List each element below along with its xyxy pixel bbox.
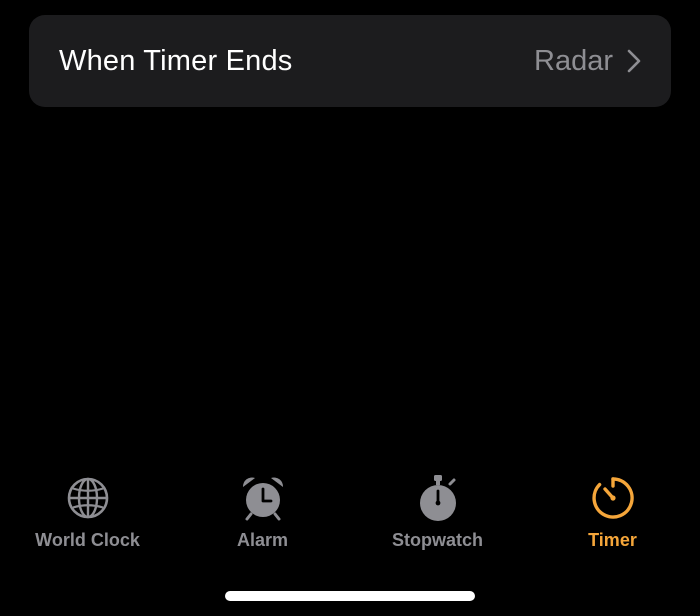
tab-label-world-clock: World Clock [35, 530, 140, 550]
selected-sound-value: Radar [534, 44, 613, 77]
tab-label-stopwatch: Stopwatch [391, 530, 483, 550]
setting-value-group: Radar [534, 45, 641, 78]
home-indicator[interactable] [225, 591, 475, 601]
globe-icon [65, 472, 111, 524]
tab-alarm[interactable]: Alarm [175, 472, 350, 562]
tab-timer[interactable]: Timer [525, 472, 700, 562]
tab-label-timer: Timer [588, 530, 637, 550]
tab-bar: World Clock Alarm Stopwatch Timer [0, 472, 700, 562]
timer-icon [590, 472, 636, 524]
chevron-right-icon [627, 49, 641, 73]
when-timer-ends-label: When Timer Ends [59, 44, 293, 77]
tab-stopwatch[interactable]: Stopwatch [350, 472, 525, 562]
tab-world-clock[interactable]: World Clock [0, 472, 175, 562]
tab-label-alarm: Alarm [236, 530, 289, 550]
when-timer-ends-row[interactable]: When Timer Ends Radar [29, 15, 671, 107]
alarm-clock-icon [240, 472, 286, 524]
stopwatch-icon [415, 472, 461, 524]
